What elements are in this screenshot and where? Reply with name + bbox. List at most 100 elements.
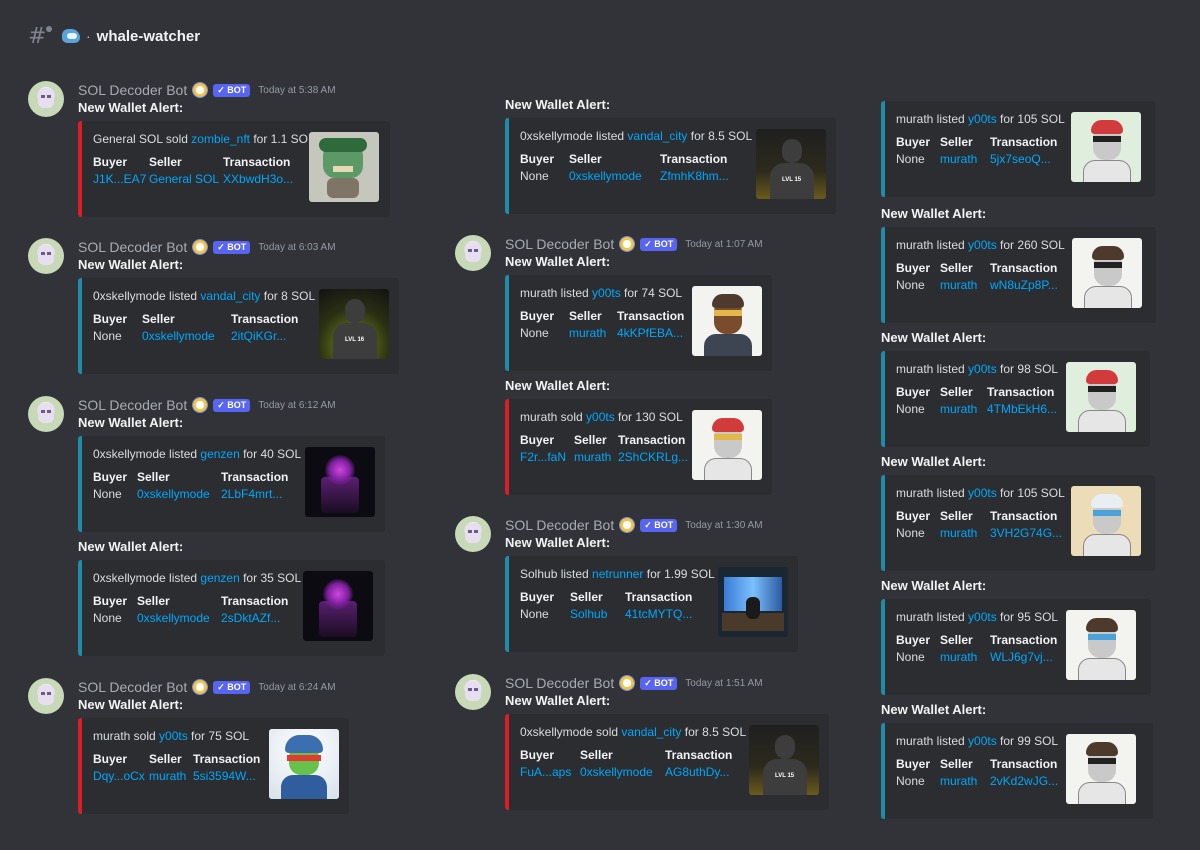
listing-embed: 0xskellymode listed genzen for 35 SOL Bu… xyxy=(78,560,385,656)
timestamp[interactable]: Today at 1:07 AM xyxy=(685,239,762,250)
item-link[interactable]: y00ts xyxy=(586,410,615,424)
seller-link[interactable]: murath xyxy=(940,278,977,292)
y00t-icon[interactable] xyxy=(1066,734,1136,804)
item-link[interactable]: netrunner xyxy=(592,567,643,581)
avatar[interactable] xyxy=(455,235,491,271)
item-link[interactable]: y00ts xyxy=(968,362,997,376)
buyer-link[interactable]: Dqy...oCx xyxy=(93,769,145,783)
y00t-icon[interactable] xyxy=(269,729,339,799)
timestamp[interactable]: Today at 5:38 AM xyxy=(258,85,335,96)
transaction-link[interactable]: 4kKPfEBA... xyxy=(617,326,684,340)
item-link[interactable]: y00ts xyxy=(159,729,188,743)
genzen-icon[interactable] xyxy=(305,447,375,517)
y00t-icon[interactable] xyxy=(1066,362,1136,432)
seller-link[interactable]: murath xyxy=(940,152,977,166)
transaction-label: Transaction xyxy=(990,509,1058,523)
transaction-link[interactable]: 3VH2G74G... xyxy=(990,526,1062,540)
item-link[interactable]: genzen xyxy=(200,571,239,585)
zombie-nft-icon[interactable] xyxy=(309,132,379,202)
seller-link[interactable]: 0xskellymode xyxy=(137,611,210,625)
seller-link[interactable]: 0xskellymode xyxy=(142,329,217,343)
y00t-icon[interactable] xyxy=(1071,112,1141,182)
avatar[interactable] xyxy=(28,238,64,274)
genzen-icon[interactable] xyxy=(303,571,373,641)
item-link[interactable]: y00ts xyxy=(592,286,621,300)
transaction-link[interactable]: XXbwdH3o... xyxy=(223,172,293,186)
timestamp[interactable]: Today at 6:24 AM xyxy=(258,682,335,693)
timestamp[interactable]: Today at 6:03 AM xyxy=(258,242,335,253)
avatar[interactable] xyxy=(28,396,64,432)
alert-title: New Wallet Alert: xyxy=(505,378,611,393)
seller-link[interactable]: murath xyxy=(574,450,611,464)
transaction-label: Transaction xyxy=(665,748,733,762)
transaction-link[interactable]: ZfmhK8hm... xyxy=(660,169,729,183)
seller-link[interactable]: murath xyxy=(149,769,186,783)
author-name[interactable]: SOL Decoder Bot xyxy=(78,239,187,255)
vandal-city-icon[interactable]: LVL 15 xyxy=(756,129,826,199)
timestamp[interactable]: Today at 1:30 AM xyxy=(685,520,762,531)
transaction-link[interactable]: 2LbF4mrt... xyxy=(221,487,288,501)
transaction-link[interactable]: WLJ6g7vj... xyxy=(990,650,1057,664)
author-name[interactable]: SOL Decoder Bot xyxy=(505,236,614,252)
author-name[interactable]: SOL Decoder Bot xyxy=(505,517,614,533)
y00t-icon[interactable] xyxy=(1066,610,1136,680)
transaction-link[interactable]: 4TMbEkH6... xyxy=(987,402,1057,416)
author-name[interactable]: SOL Decoder Bot xyxy=(78,679,187,695)
item-link[interactable]: genzen xyxy=(200,447,239,461)
item-link[interactable]: vandal_city xyxy=(200,289,260,303)
transaction-link[interactable]: 41tcMYTQ... xyxy=(625,607,692,621)
seller-link[interactable]: 0xskellymode xyxy=(580,765,653,779)
item-link[interactable]: y00ts xyxy=(968,734,997,748)
seller-label: Seller xyxy=(570,590,603,604)
item-link[interactable]: y00ts xyxy=(968,610,997,624)
item-link[interactable]: vandal_city xyxy=(627,129,687,143)
seller-link[interactable]: murath xyxy=(940,650,977,664)
seller-link[interactable]: murath xyxy=(940,402,977,416)
item-link[interactable]: y00ts xyxy=(968,112,997,126)
author-name[interactable]: SOL Decoder Bot xyxy=(78,397,187,413)
item-link[interactable]: y00ts xyxy=(968,238,997,252)
seller-link[interactable]: Solhub xyxy=(570,607,611,621)
message: SOL Decoder Bot ✓ BOT Today at 1:07 AM N… xyxy=(455,235,772,371)
y00t-icon[interactable] xyxy=(692,286,762,356)
item-link[interactable]: zombie_nft xyxy=(191,132,250,146)
transaction-link[interactable]: AG8uthDy... xyxy=(665,765,732,779)
author-name[interactable]: SOL Decoder Bot xyxy=(78,82,187,98)
transaction-link[interactable]: 2sDktAZf... xyxy=(221,611,288,625)
buyer-link[interactable]: F2r...faN xyxy=(520,450,566,464)
y00t-icon[interactable] xyxy=(1072,238,1142,308)
vandal-city-icon[interactable]: LVL 15 xyxy=(749,725,819,795)
transaction-link[interactable]: wN8uZp8P... xyxy=(990,278,1058,292)
y00t-icon[interactable] xyxy=(1071,486,1141,556)
transaction-link[interactable]: 2itQiKGr... xyxy=(231,329,298,343)
transaction-link[interactable]: 2vKd2wJG... xyxy=(990,774,1058,788)
channel-header: # · whale-watcher xyxy=(28,24,200,49)
message: New Wallet Alert: murath listed y00ts fo… xyxy=(881,577,1151,695)
seller-link[interactable]: 0xskellymode xyxy=(569,169,646,183)
transaction-link[interactable]: 2ShCKRLg... xyxy=(618,450,688,464)
seller-link[interactable]: General SOL xyxy=(149,172,219,186)
seller-link[interactable]: murath xyxy=(940,526,977,540)
author-name[interactable]: SOL Decoder Bot xyxy=(505,675,614,691)
avatar[interactable] xyxy=(28,678,64,714)
timestamp[interactable]: Today at 6:12 AM xyxy=(258,400,335,411)
netrunner-icon[interactable] xyxy=(718,567,788,637)
transaction-label: Transaction xyxy=(987,385,1055,399)
transaction-link[interactable]: 5si3594W... xyxy=(193,769,260,783)
avatar[interactable] xyxy=(455,674,491,710)
item-link[interactable]: y00ts xyxy=(968,486,997,500)
vandal-city-icon[interactable]: LVL 16 xyxy=(319,289,389,359)
bot-tag: ✓ BOT xyxy=(213,398,251,412)
seller-link[interactable]: murath xyxy=(940,774,977,788)
buyer-link[interactable]: FuA...aps xyxy=(520,765,571,779)
avatar[interactable] xyxy=(28,81,64,117)
y00t-icon[interactable] xyxy=(692,410,762,480)
buyer-link[interactable]: J1K...EA7 xyxy=(93,172,146,186)
seller-label: Seller xyxy=(940,509,973,523)
transaction-link[interactable]: 5jx7seoQ... xyxy=(990,152,1057,166)
timestamp[interactable]: Today at 1:51 AM xyxy=(685,678,762,689)
avatar[interactable] xyxy=(455,516,491,552)
item-link[interactable]: vandal_city xyxy=(621,725,681,739)
seller-link[interactable]: 0xskellymode xyxy=(137,487,210,501)
seller-link[interactable]: murath xyxy=(569,326,606,340)
